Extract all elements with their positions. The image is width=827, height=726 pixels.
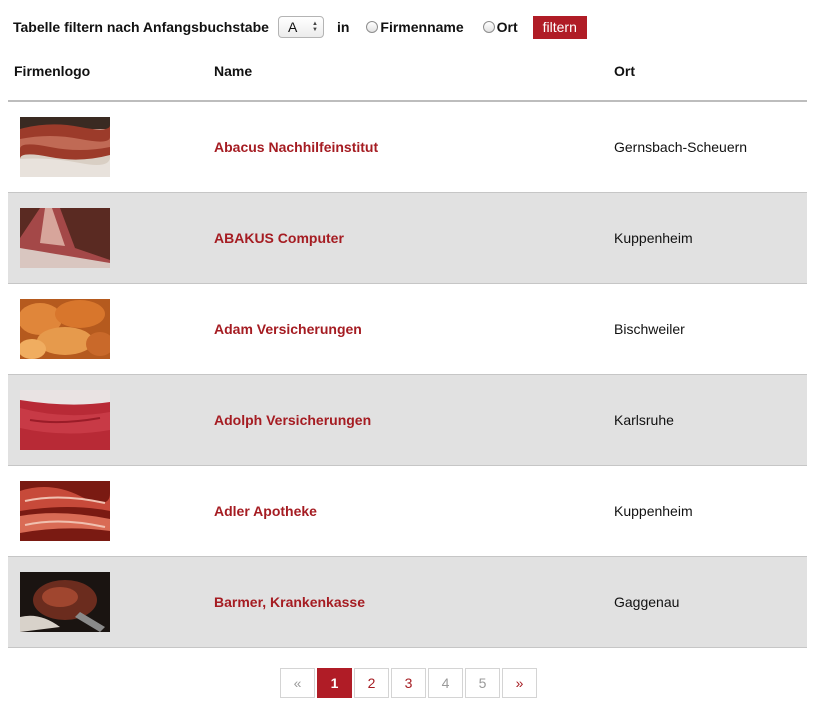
radio-firmenname[interactable]: Firmenname	[366, 19, 464, 35]
company-ort: Karlsruhe	[614, 412, 674, 428]
company-ort: Kuppenheim	[614, 503, 693, 519]
table-row: Barmer, Krankenkasse Gaggenau	[8, 557, 807, 648]
company-ort: Bischweiler	[614, 321, 685, 337]
header-ort: Ort	[614, 63, 635, 79]
company-logo-image	[20, 390, 110, 450]
pagination-prev[interactable]: «	[280, 668, 315, 698]
header-name: Name	[214, 63, 253, 79]
company-name-link[interactable]: Adam Versicherungen	[214, 321, 362, 337]
filter-button[interactable]: filtern	[532, 15, 587, 39]
table-header: Firmenlogo Name Ort	[8, 54, 807, 102]
company-name-link[interactable]: ABAKUS Computer	[214, 230, 344, 246]
company-logo-image	[20, 208, 110, 268]
company-name-link[interactable]: Abacus Nachhilfeinstitut	[214, 139, 378, 155]
radio-firmenname-label: Firmenname	[380, 19, 464, 35]
pagination-page-4[interactable]: 4	[428, 668, 463, 698]
pagination-page-2[interactable]: 2	[354, 668, 389, 698]
radio-circle-icon[interactable]	[366, 21, 379, 33]
company-name-link[interactable]: Adolph Versicherungen	[214, 412, 371, 428]
letter-select-value: A	[287, 19, 298, 35]
company-logo-image	[20, 572, 110, 632]
company-logo-image	[20, 117, 110, 177]
pagination-next[interactable]: »	[502, 668, 537, 698]
radio-ort-label: Ort	[496, 19, 518, 35]
company-ort: Gaggenau	[614, 594, 680, 610]
radio-circle-icon[interactable]	[482, 21, 495, 33]
table-row: Abacus Nachhilfeinstitut Gernsbach-Scheu…	[8, 102, 807, 193]
table-row: Adam Versicherungen Bischweiler	[8, 284, 807, 375]
header-logo: Firmenlogo	[14, 63, 91, 79]
pagination-page-3[interactable]: 3	[391, 668, 426, 698]
in-label: in	[336, 19, 350, 35]
pagination: « 1 2 3 4 5 »	[280, 668, 539, 698]
company-table: Abacus Nachhilfeinstitut Gernsbach-Scheu…	[8, 102, 807, 648]
company-name-link[interactable]: Adler Apotheke	[214, 503, 317, 519]
table-row: Adolph Versicherungen Karlsruhe	[8, 375, 807, 466]
company-logo-image	[20, 481, 110, 541]
select-arrows-icon: ▲ ▼	[311, 21, 318, 33]
company-logo-image	[20, 299, 110, 359]
company-ort: Gernsbach-Scheuern	[614, 139, 748, 155]
company-name-link[interactable]: Barmer, Krankenkasse	[214, 594, 365, 610]
table-row: ABAKUS Computer Kuppenheim	[8, 193, 807, 284]
pagination-page-1[interactable]: 1	[317, 668, 352, 698]
pagination-page-5[interactable]: 5	[465, 668, 500, 698]
filter-bar: Tabelle filtern nach Anfangsbuchstabe A …	[13, 15, 587, 39]
letter-select[interactable]: A ▲ ▼	[277, 16, 324, 38]
filter-label: Tabelle filtern nach Anfangsbuchstabe	[13, 19, 269, 35]
company-ort: Kuppenheim	[614, 230, 693, 246]
radio-ort[interactable]: Ort	[482, 19, 518, 35]
table-row: Adler Apotheke Kuppenheim	[8, 466, 807, 557]
